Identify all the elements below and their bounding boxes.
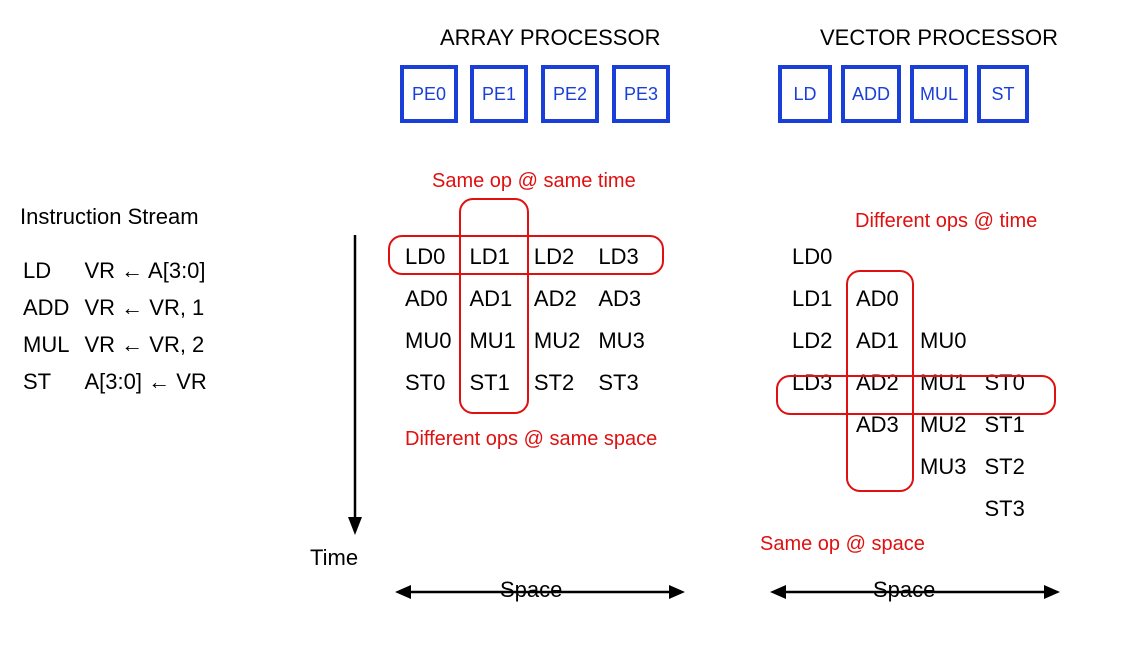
mul-unit-box: MUL bbox=[910, 65, 968, 123]
annotation-diff-ops-same-space: Different ops @ same space bbox=[405, 428, 657, 451]
annotation-diff-ops-time: Different ops @ time bbox=[855, 210, 1037, 233]
instr-row: ADDVR ← VR, 1 bbox=[22, 290, 219, 325]
vector-processor-title: VECTOR PROCESSOR bbox=[820, 25, 1058, 51]
ld-unit-box: LD bbox=[778, 65, 832, 123]
pe3-box: PE3 bbox=[612, 65, 670, 123]
pe2-box: PE2 bbox=[541, 65, 599, 123]
time-label: Time bbox=[310, 545, 358, 571]
instr-row: STA[3:0] ← VR bbox=[22, 364, 219, 399]
space-label-array: Space bbox=[500, 577, 562, 603]
annotation-same-op-space: Same op @ space bbox=[760, 533, 925, 556]
pe1-box: PE1 bbox=[470, 65, 528, 123]
instruction-stream-heading: Instruction Stream bbox=[20, 200, 221, 233]
highlight-pe1-column bbox=[459, 198, 529, 414]
add-unit-box: ADD bbox=[841, 65, 901, 123]
highlight-time-row bbox=[776, 375, 1056, 415]
pe0-box: PE0 bbox=[400, 65, 458, 123]
annotation-same-op-same-time: Same op @ same time bbox=[432, 170, 636, 193]
array-processor-title: ARRAY PROCESSOR bbox=[440, 25, 660, 51]
time-arrow-icon bbox=[345, 235, 365, 535]
instruction-stream: Instruction Stream LDVR ← A[3:0] ADDVR ←… bbox=[20, 200, 221, 401]
space-label-vector: Space bbox=[873, 577, 935, 603]
instr-row: LDVR ← A[3:0] bbox=[22, 253, 219, 288]
instr-row: MULVR ← VR, 2 bbox=[22, 327, 219, 362]
st-unit-box: ST bbox=[977, 65, 1029, 123]
